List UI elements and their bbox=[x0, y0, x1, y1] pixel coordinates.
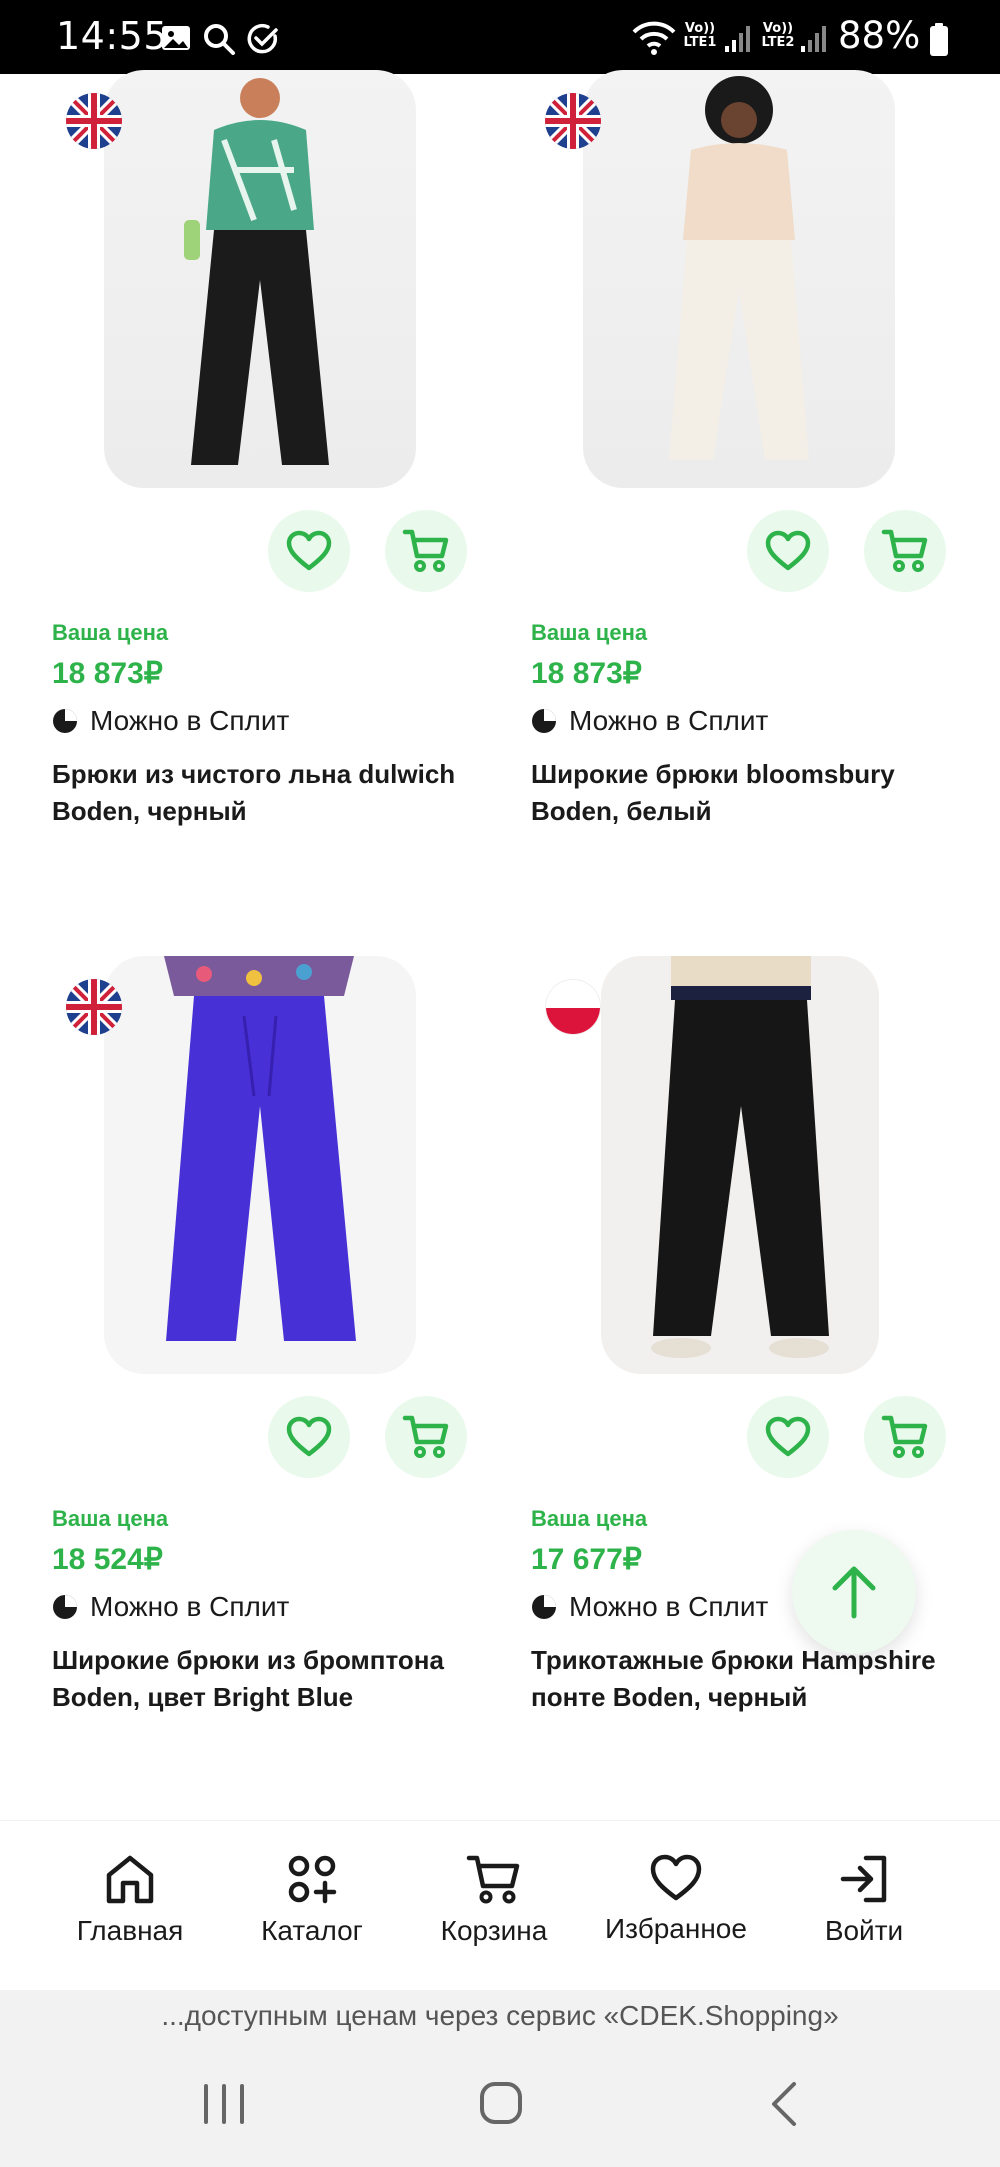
back-icon[interactable] bbox=[766, 2080, 802, 2128]
nav-favorites-label: Избранное bbox=[605, 1913, 747, 1944]
recent-apps-icon[interactable] bbox=[200, 2082, 248, 2126]
home-icon bbox=[106, 1855, 154, 1904]
split-label: Можно в Сплит bbox=[569, 1591, 769, 1622]
poland-flag-icon bbox=[545, 979, 601, 1035]
price-label: Ваша цена bbox=[52, 620, 169, 645]
status-time: 14:55 bbox=[56, 14, 169, 58]
product-image[interactable] bbox=[104, 70, 416, 488]
product-image[interactable] bbox=[583, 70, 895, 488]
battery-percent: 88% bbox=[838, 14, 921, 57]
nav-login[interactable]: Войти bbox=[774, 1853, 954, 1947]
favorite-button[interactable] bbox=[747, 510, 829, 592]
home-button-icon[interactable] bbox=[478, 2080, 524, 2126]
product-title[interactable]: Брюки из чистого льна dulwich Boden, чер… bbox=[52, 756, 482, 830]
nav-catalog-label: Каталог bbox=[261, 1915, 363, 1946]
battery-icon bbox=[930, 23, 948, 56]
split-label: Можно в Сплит bbox=[90, 705, 290, 736]
split-icon bbox=[53, 709, 77, 733]
signal-icon bbox=[725, 26, 750, 52]
catalog-icon bbox=[288, 1855, 337, 1904]
heart-icon bbox=[765, 530, 811, 571]
browser-url-banner[interactable]: ...доступным ценам через сервис «CDEK.Sh… bbox=[0, 1990, 1000, 2042]
nav-catalog[interactable]: Каталог bbox=[222, 1853, 402, 1947]
split-icon bbox=[532, 709, 556, 733]
favorite-button[interactable] bbox=[268, 510, 350, 592]
nav-cart[interactable]: Корзина bbox=[404, 1853, 584, 1947]
cart-icon bbox=[402, 529, 449, 572]
split-badge: Можно в Сплит bbox=[531, 1591, 768, 1623]
product-title[interactable]: Широкие брюки bloomsbury Boden, белый bbox=[531, 756, 961, 830]
bottom-nav: Главная Каталог Корзина Избранное Войти bbox=[0, 1820, 1000, 1990]
login-icon bbox=[840, 1855, 887, 1903]
cart-icon bbox=[402, 1415, 449, 1458]
favorite-button[interactable] bbox=[747, 1396, 829, 1478]
favorite-button[interactable] bbox=[268, 1396, 350, 1478]
arrow-up-icon bbox=[832, 1566, 876, 1619]
check-circle-icon bbox=[247, 23, 278, 54]
price: 17 677₽ bbox=[531, 1543, 642, 1576]
sim2-label: Vo)) LTE2 bbox=[761, 21, 795, 50]
product-title[interactable]: Широкие брюки из бромптона Boden, цвет B… bbox=[52, 1642, 482, 1716]
nav-home[interactable]: Главная bbox=[40, 1853, 220, 1947]
product-image[interactable] bbox=[104, 956, 416, 1374]
wifi-icon bbox=[632, 21, 676, 55]
add-to-cart-button[interactable] bbox=[864, 1396, 946, 1478]
heart-icon bbox=[765, 1416, 811, 1457]
scroll-to-top-button[interactable] bbox=[792, 1530, 916, 1654]
product-image[interactable] bbox=[601, 956, 879, 1374]
nav-home-label: Главная bbox=[76, 1915, 184, 1946]
system-navigation-bar bbox=[0, 2042, 1000, 2167]
sim1-label: Vo)) LTE1 bbox=[683, 21, 717, 50]
price: 18 873₽ bbox=[52, 657, 163, 690]
split-badge: Можно в Сплит bbox=[531, 705, 768, 737]
search-icon bbox=[204, 24, 235, 55]
price: 18 873₽ bbox=[531, 657, 642, 690]
split-icon bbox=[53, 1595, 77, 1619]
split-icon bbox=[532, 1595, 556, 1619]
product-title[interactable]: Трикотажные брюки Hampshire понте Boden,… bbox=[531, 1642, 961, 1716]
cart-icon bbox=[881, 1415, 928, 1458]
uk-flag-icon bbox=[66, 979, 122, 1035]
nav-favorites[interactable]: Избранное bbox=[586, 1853, 766, 1945]
nav-login-label: Войти bbox=[824, 1915, 904, 1946]
signal-icon bbox=[801, 26, 826, 52]
uk-flag-icon bbox=[545, 93, 601, 149]
price: 18 524₽ bbox=[52, 1543, 163, 1576]
split-label: Можно в Сплит bbox=[90, 1591, 290, 1622]
heart-icon bbox=[286, 530, 332, 571]
price-label: Ваша цена bbox=[531, 620, 648, 645]
uk-flag-icon bbox=[66, 93, 122, 149]
split-badge: Можно в Сплит bbox=[52, 1591, 289, 1623]
heart-icon bbox=[650, 1854, 702, 1901]
status-bar: 14:55 Vo)) LTE1 Vo)) LTE2 88% bbox=[0, 0, 1000, 74]
add-to-cart-button[interactable] bbox=[864, 510, 946, 592]
split-badge: Можно в Сплит bbox=[52, 705, 289, 737]
gallery-icon bbox=[162, 26, 190, 50]
heart-icon bbox=[286, 1416, 332, 1457]
price-label: Ваша цена bbox=[531, 1506, 648, 1531]
nav-cart-label: Корзина bbox=[440, 1915, 548, 1946]
cart-icon bbox=[881, 529, 928, 572]
add-to-cart-button[interactable] bbox=[385, 1396, 467, 1478]
price-label: Ваша цена bbox=[52, 1506, 169, 1531]
cart-icon bbox=[466, 1855, 520, 1904]
add-to-cart-button[interactable] bbox=[385, 510, 467, 592]
split-label: Можно в Сплит bbox=[569, 705, 769, 736]
